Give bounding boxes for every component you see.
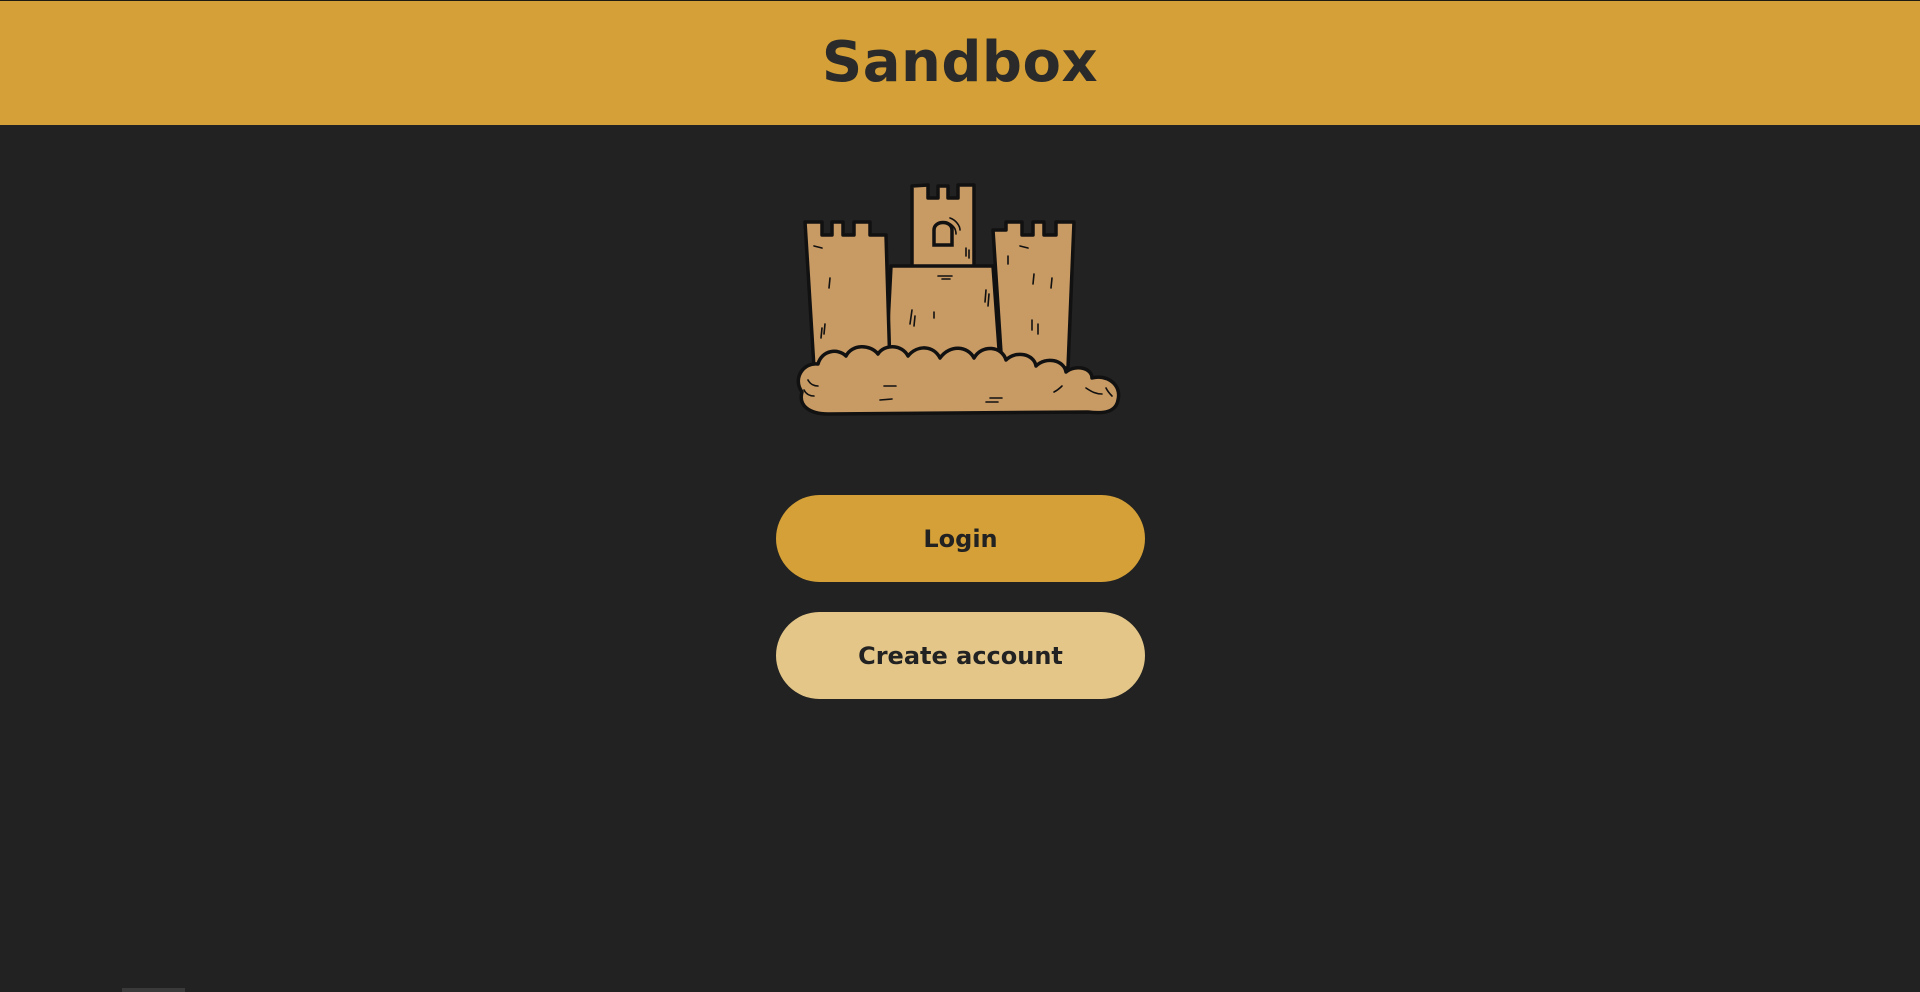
sandcastle-icon [788, 178, 1132, 418]
app-header: Sandbox [0, 0, 1920, 125]
app-title: Sandbox [821, 29, 1099, 95]
bottom-edge-tab [122, 988, 185, 992]
login-button[interactable]: Login [776, 495, 1145, 582]
create-account-button[interactable]: Create account [776, 612, 1145, 699]
